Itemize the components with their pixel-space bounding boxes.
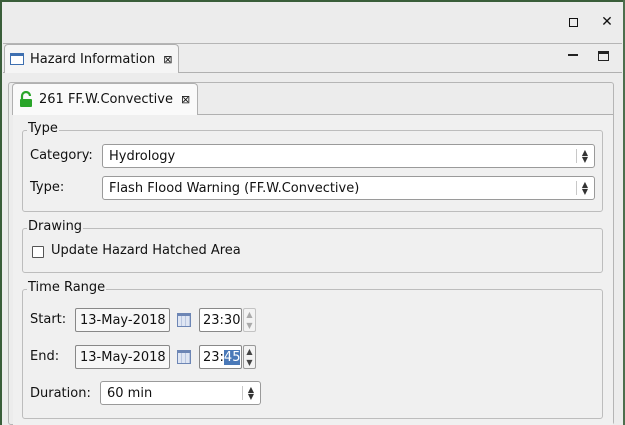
update-hatched-area-label[interactable]: Update Hazard Hatched Area: [51, 243, 241, 258]
calendar-icon[interactable]: [177, 313, 191, 327]
update-hatched-area-checkbox[interactable]: [32, 246, 44, 258]
maximize-icon: [568, 17, 578, 27]
tab-label: Hazard Information: [30, 51, 156, 67]
type-label: Type:: [30, 180, 65, 195]
spin-down-icon: ▼: [246, 320, 253, 330]
end-time-spinner[interactable]: ▲ ▼: [243, 345, 256, 369]
start-time-field[interactable]: 23:30: [199, 308, 242, 332]
type-group-title: Type: [27, 121, 59, 136]
dialog-window: ✕ Hazard Information ⊠ 261 FF.W.Convecti…: [0, 0, 625, 425]
start-time-value: 23:30: [203, 312, 241, 328]
end-time-minutes-selected: 45: [223, 349, 241, 365]
duration-value: 60 min: [107, 385, 153, 401]
category-value: Hydrology: [109, 148, 176, 164]
tab-hazard-information[interactable]: Hazard Information ⊠: [4, 44, 179, 73]
type-value: Flash Flood Warning (FF.W.Convective): [109, 180, 360, 196]
spin-up-icon: ▲: [246, 346, 253, 356]
window-edge: [0, 0, 625, 2]
tab-hazard-261[interactable]: 261 FF.W.Convective ⊠: [12, 83, 198, 115]
end-time-hours: 23:: [203, 349, 224, 365]
start-date-field[interactable]: 13-May-2018: [75, 308, 170, 332]
spin-up-icon: ▲: [246, 309, 253, 319]
window-close-button[interactable]: ✕: [598, 13, 616, 31]
window-maximize-button[interactable]: [564, 13, 582, 31]
window-edge: [0, 0, 2, 425]
end-date-field[interactable]: 13-May-2018: [75, 345, 170, 369]
calendar-icon[interactable]: [177, 350, 191, 364]
start-label: Start:: [30, 312, 67, 327]
chevron-updown-icon: ▲ ▼: [576, 149, 590, 164]
window-icon: [10, 53, 24, 65]
end-label: End:: [30, 349, 60, 364]
duration-label: Duration:: [30, 386, 91, 401]
chevron-updown-icon: ▲ ▼: [576, 181, 590, 196]
tab-label: 261 FF.W.Convective: [39, 92, 173, 107]
unlocked-icon: [20, 91, 32, 107]
chevron-updown-icon: ▲ ▼: [242, 386, 256, 401]
spin-down-icon: ▼: [246, 357, 253, 367]
close-icon[interactable]: ⊠: [163, 53, 172, 66]
end-date-value: 13-May-2018: [80, 349, 166, 365]
time-range-group-title: Time Range: [27, 280, 107, 295]
close-icon[interactable]: ⊠: [181, 93, 190, 106]
category-select[interactable]: Hydrology ▲ ▼: [102, 144, 595, 168]
type-select[interactable]: Flash Flood Warning (FF.W.Convective) ▲ ▼: [102, 176, 595, 200]
start-date-value: 13-May-2018: [80, 312, 166, 328]
view-maximize-button[interactable]: [598, 51, 609, 61]
category-label: Category:: [30, 148, 93, 163]
end-time-field[interactable]: 23: 45: [199, 345, 242, 369]
drawing-group-title: Drawing: [27, 219, 84, 234]
view-minimize-button[interactable]: [568, 50, 580, 60]
start-time-spinner[interactable]: ▲ ▼: [243, 308, 256, 332]
minimize-icon: [568, 54, 578, 56]
close-icon: ✕: [601, 14, 613, 30]
duration-select[interactable]: 60 min ▲ ▼: [100, 381, 261, 405]
